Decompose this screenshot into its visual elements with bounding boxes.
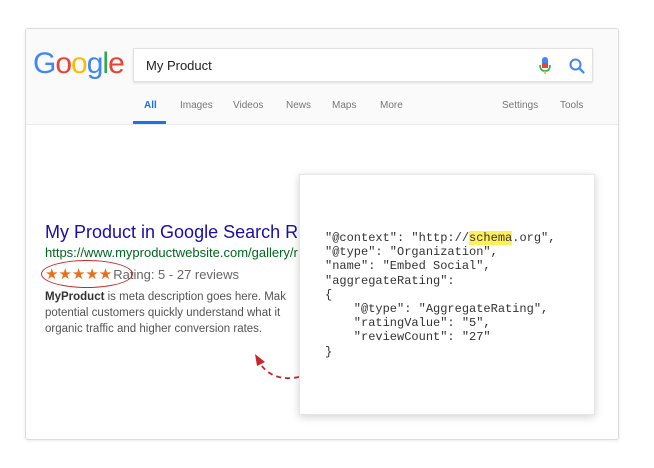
stars-annotation-circle <box>41 260 133 288</box>
logo-letter: G <box>33 47 56 80</box>
code-line-4: "aggregateRating": <box>325 273 455 288</box>
desc-bold: MyProduct <box>45 291 105 303</box>
browser-frame: Google My Product All Images Videos News… <box>25 28 619 440</box>
dashed-arrow-icon <box>255 354 300 380</box>
search-input[interactable]: My Product <box>133 48 593 82</box>
search-header: Google My Product All Images Videos News… <box>26 29 618 125</box>
code-highlight: schema <box>469 231 513 245</box>
tab-settings[interactable]: Settings <box>502 100 538 111</box>
logo-letter: e <box>108 47 125 80</box>
logo-letter: g <box>86 47 104 80</box>
tab-tools[interactable]: Tools <box>560 100 583 111</box>
logo-letter: o <box>55 47 72 80</box>
search-query: My Product <box>146 58 212 73</box>
microphone-icon[interactable] <box>538 56 552 76</box>
tab-images[interactable]: Images <box>180 100 213 111</box>
tab-all[interactable]: All <box>144 100 157 111</box>
tab-maps[interactable]: Maps <box>332 100 356 111</box>
active-tab-indicator <box>133 121 166 124</box>
code-line-6: "@type": "AggregateRating", <box>325 302 549 317</box>
code-line-1-pre: "@context": "http:// <box>325 231 470 245</box>
result-title-link[interactable]: My Product in Google Search Res <box>45 222 317 243</box>
tab-videos[interactable]: Videos <box>233 100 263 111</box>
code-line-5: { <box>325 287 333 302</box>
logo-letter: o <box>71 47 88 80</box>
schema-code-block: "@context": "http://schema.org", "@type"… <box>325 231 555 359</box>
google-logo[interactable]: Google <box>33 44 125 84</box>
code-line-1-post: .org", <box>512 231 556 245</box>
result-url[interactable]: https://www.myproductwebsite.com/gallery… <box>45 245 298 260</box>
code-line-9: } <box>325 344 333 359</box>
tab-more[interactable]: More <box>380 100 403 111</box>
code-line-8: "reviewCount": "27" <box>325 330 491 345</box>
search-icon[interactable] <box>568 57 586 75</box>
tab-news[interactable]: News <box>286 100 311 111</box>
code-line-7: "ratingValue": "5", <box>325 316 491 331</box>
schema-code-card: "@context": "http://schema.org", "@type"… <box>299 174 595 415</box>
desc-line-1: is meta description goes here. Mak <box>104 291 286 303</box>
code-line-2: "@type": "Organization", <box>325 245 498 260</box>
code-line-3: "name": "Embed Social", <box>325 259 491 274</box>
